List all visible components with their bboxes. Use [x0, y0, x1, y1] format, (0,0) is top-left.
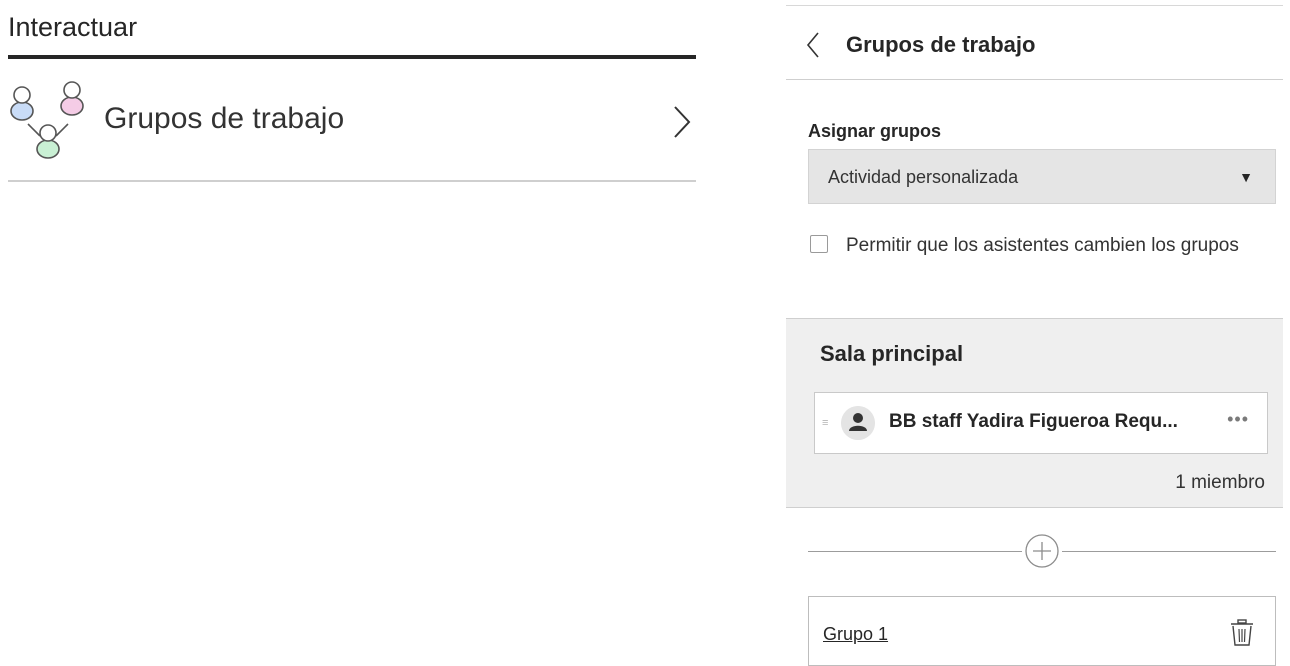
main-room-title: Sala principal: [820, 341, 964, 366]
group-people-icon: [10, 81, 84, 159]
group-name-link[interactable]: Grupo 1: [823, 624, 888, 645]
user-avatar-icon: [841, 406, 875, 440]
assign-groups-label: Asignar grupos: [808, 121, 942, 141]
divider: [8, 180, 696, 182]
separator-line: [1062, 551, 1276, 552]
assign-groups-value: Actividad personalizada: [828, 167, 1019, 187]
panel-title: Grupos de trabajo: [846, 32, 1036, 57]
assign-groups-select[interactable]: Actividad personalizada ▼: [808, 149, 1276, 204]
drag-handle-icon[interactable]: ≡: [822, 413, 830, 433]
top-border: [786, 5, 1283, 6]
more-options-icon[interactable]: •••: [1227, 409, 1249, 430]
main-room-section: Sala principal ≡ BB staff Yadira Figuero…: [786, 318, 1283, 508]
group-card: Grupo 1: [808, 596, 1276, 666]
breakout-groups-label: Grupos de trabajo: [104, 102, 345, 135]
breakout-groups-panel: Grupos de trabajo Asignar grupos Activid…: [786, 0, 1283, 666]
separator-line: [808, 551, 1022, 552]
chevron-left-icon[interactable]: [804, 30, 822, 60]
add-circle-icon[interactable]: [1024, 533, 1060, 569]
member-count: 1 miembro: [1175, 472, 1265, 493]
member-card[interactable]: ≡ BB staff Yadira Figueroa Requ... •••: [814, 392, 1268, 454]
chevron-right-icon: [674, 106, 691, 138]
title-underline: [8, 55, 696, 59]
interact-title: Interactuar: [8, 12, 138, 42]
allow-change-label: Permitir que los asistentes cambien los …: [846, 235, 1239, 256]
interact-panel: Interactuar Grupos de trabajo: [0, 0, 696, 658]
allow-change-checkbox[interactable]: [810, 235, 828, 253]
member-name: BB staff Yadira Figueroa Requ...: [889, 411, 1178, 432]
breakout-groups-menu-item[interactable]: Grupos de trabajo: [8, 60, 696, 181]
caret-down-icon: ▼: [1239, 169, 1253, 185]
trash-icon[interactable]: [1229, 619, 1255, 647]
header-divider: [786, 79, 1283, 80]
